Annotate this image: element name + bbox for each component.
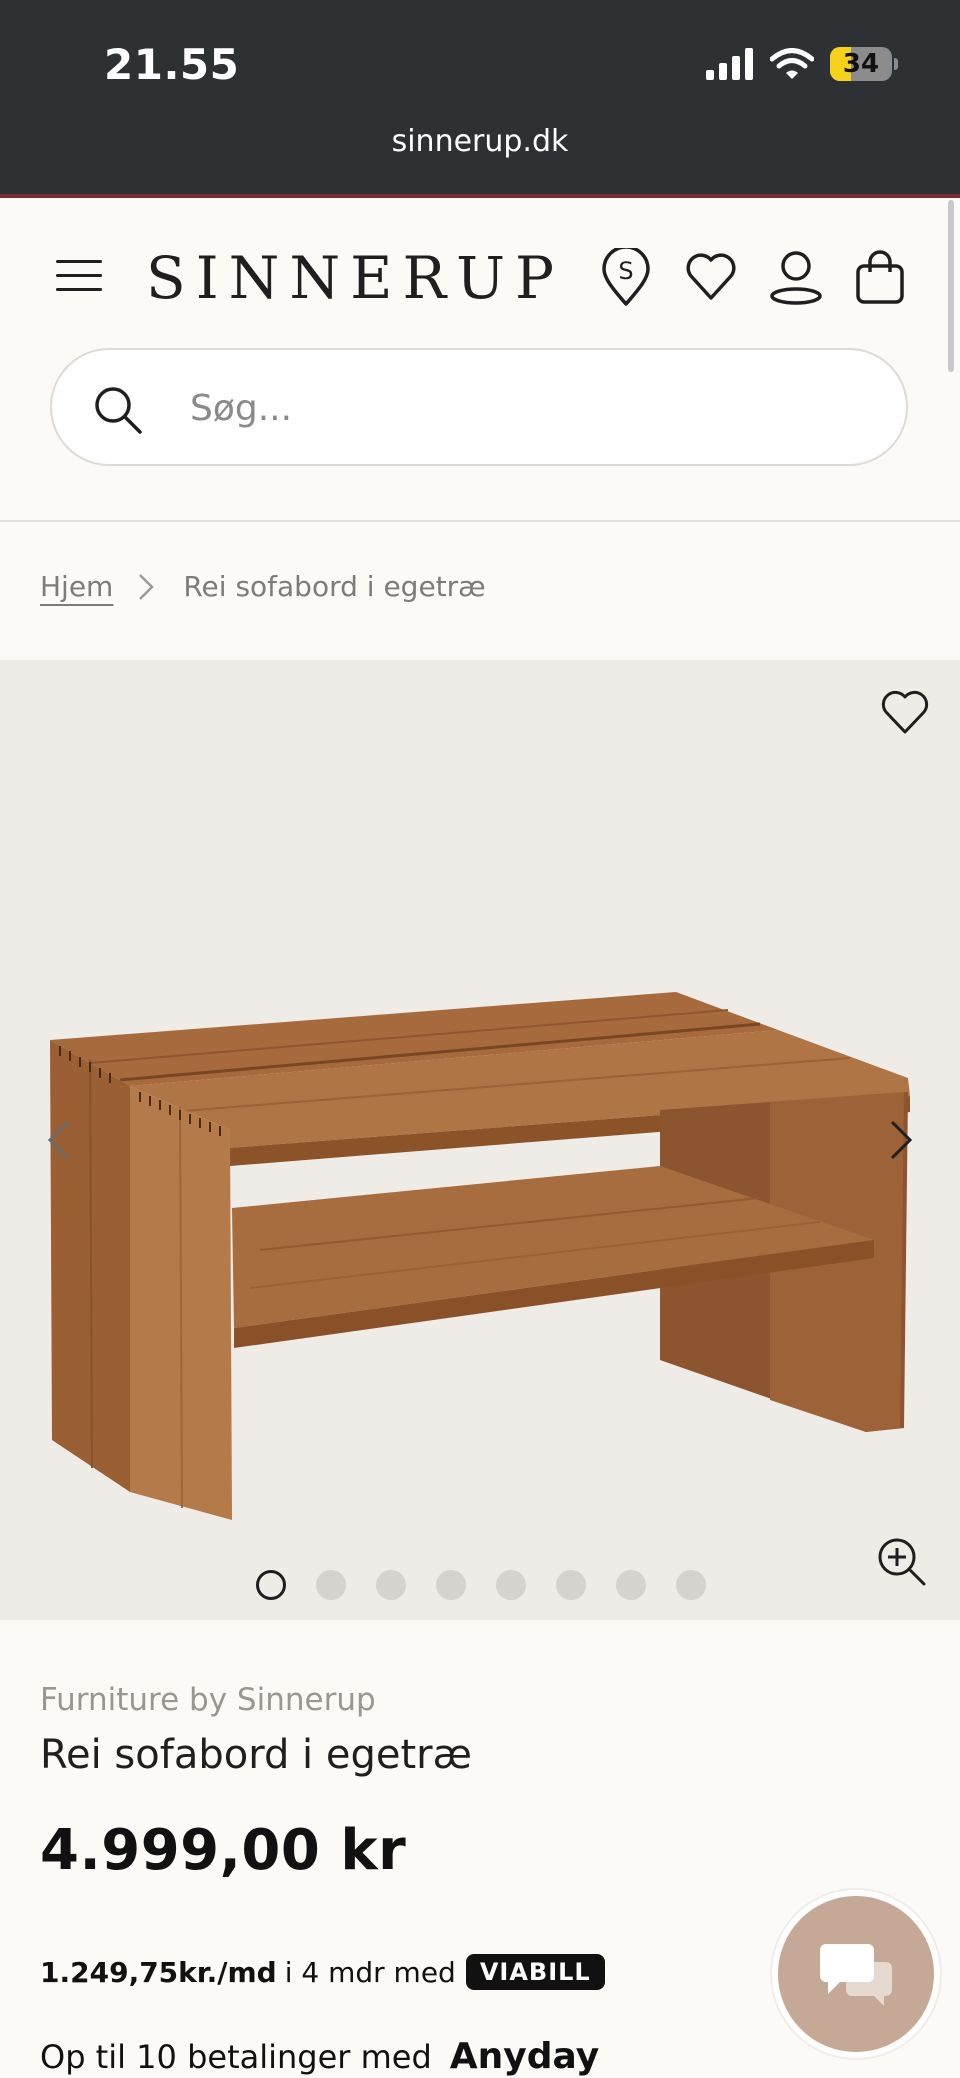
gallery-dot[interactable]: [556, 1570, 586, 1600]
heart-icon[interactable]: [880, 688, 930, 736]
store-locator-icon[interactable]: S: [598, 248, 654, 306]
site-logo[interactable]: SINNERUP: [146, 244, 564, 312]
breadcrumb-home-link[interactable]: Hjem: [40, 570, 113, 603]
battery-icon: 34: [830, 47, 892, 81]
chat-icon: [820, 1944, 892, 2006]
product-title: Rei sofabord i egetræ: [40, 1732, 472, 1778]
product-brand[interactable]: Furniture by Sinnerup: [40, 1682, 376, 1718]
gallery-dot[interactable]: [616, 1570, 646, 1600]
anyday-logo: Anyday: [449, 2036, 600, 2077]
wishlist-icon[interactable]: [683, 248, 739, 306]
account-icon[interactable]: [768, 248, 824, 306]
site-header: SINNERUP S: [0, 198, 960, 522]
status-icons: 34: [706, 44, 898, 84]
viabill-logo: VIABILL: [465, 1954, 605, 1990]
search-icon: [95, 387, 142, 434]
gallery-dot[interactable]: [376, 1570, 406, 1600]
gallery-dot[interactable]: [496, 1570, 526, 1600]
bag-icon[interactable]: [852, 248, 908, 306]
breadcrumb-current: Rei sofabord i egetræ: [183, 570, 486, 603]
product-gallery[interactable]: [0, 660, 960, 1620]
gallery-dot[interactable]: [436, 1570, 466, 1600]
product-price: 4.999,00 kr: [40, 1818, 407, 1883]
wifi-icon: [770, 48, 814, 79]
anyday-text: Op til 10 betalinger med: [40, 2037, 432, 2076]
search-input[interactable]: [188, 374, 852, 442]
chevron-right-icon[interactable]: [886, 1118, 916, 1162]
chevron-left-icon[interactable]: [44, 1118, 74, 1162]
status-time: 21.55: [104, 40, 240, 89]
status-bar: 21.55 34 sinnerup.dk: [0, 0, 960, 196]
gallery-dot[interactable]: [256, 1570, 286, 1600]
breadcrumb: Hjem Rei sofabord i egetræ: [40, 570, 486, 603]
battery-level: 34: [842, 49, 880, 79]
signal-icon: [706, 48, 753, 80]
product-image[interactable]: [0, 660, 960, 1620]
gallery-pagination: [256, 1570, 706, 1600]
viabill-installment[interactable]: 1.249,75kr./md i 4 mdr med VIABILL: [40, 1954, 605, 1990]
installment-text: i 4 mdr med: [284, 1955, 456, 1989]
page-scrollbar[interactable]: [948, 200, 954, 372]
battery-tip: [894, 58, 898, 70]
browser-url[interactable]: sinnerup.dk: [0, 124, 960, 159]
gallery-dot[interactable]: [316, 1570, 346, 1600]
chat-button[interactable]: [772, 1890, 940, 2058]
menu-icon[interactable]: [56, 258, 102, 294]
zoom-in-icon[interactable]: [876, 1536, 928, 1588]
anyday-installment[interactable]: Op til 10 betalinger med Anyday: [40, 2036, 599, 2077]
svg-text:S: S: [618, 257, 633, 285]
chevron-right-icon: [139, 573, 155, 600]
search-bar[interactable]: [50, 348, 908, 466]
gallery-dot[interactable]: [676, 1570, 706, 1600]
installment-amount: 1.249,75kr./md: [40, 1955, 277, 1989]
